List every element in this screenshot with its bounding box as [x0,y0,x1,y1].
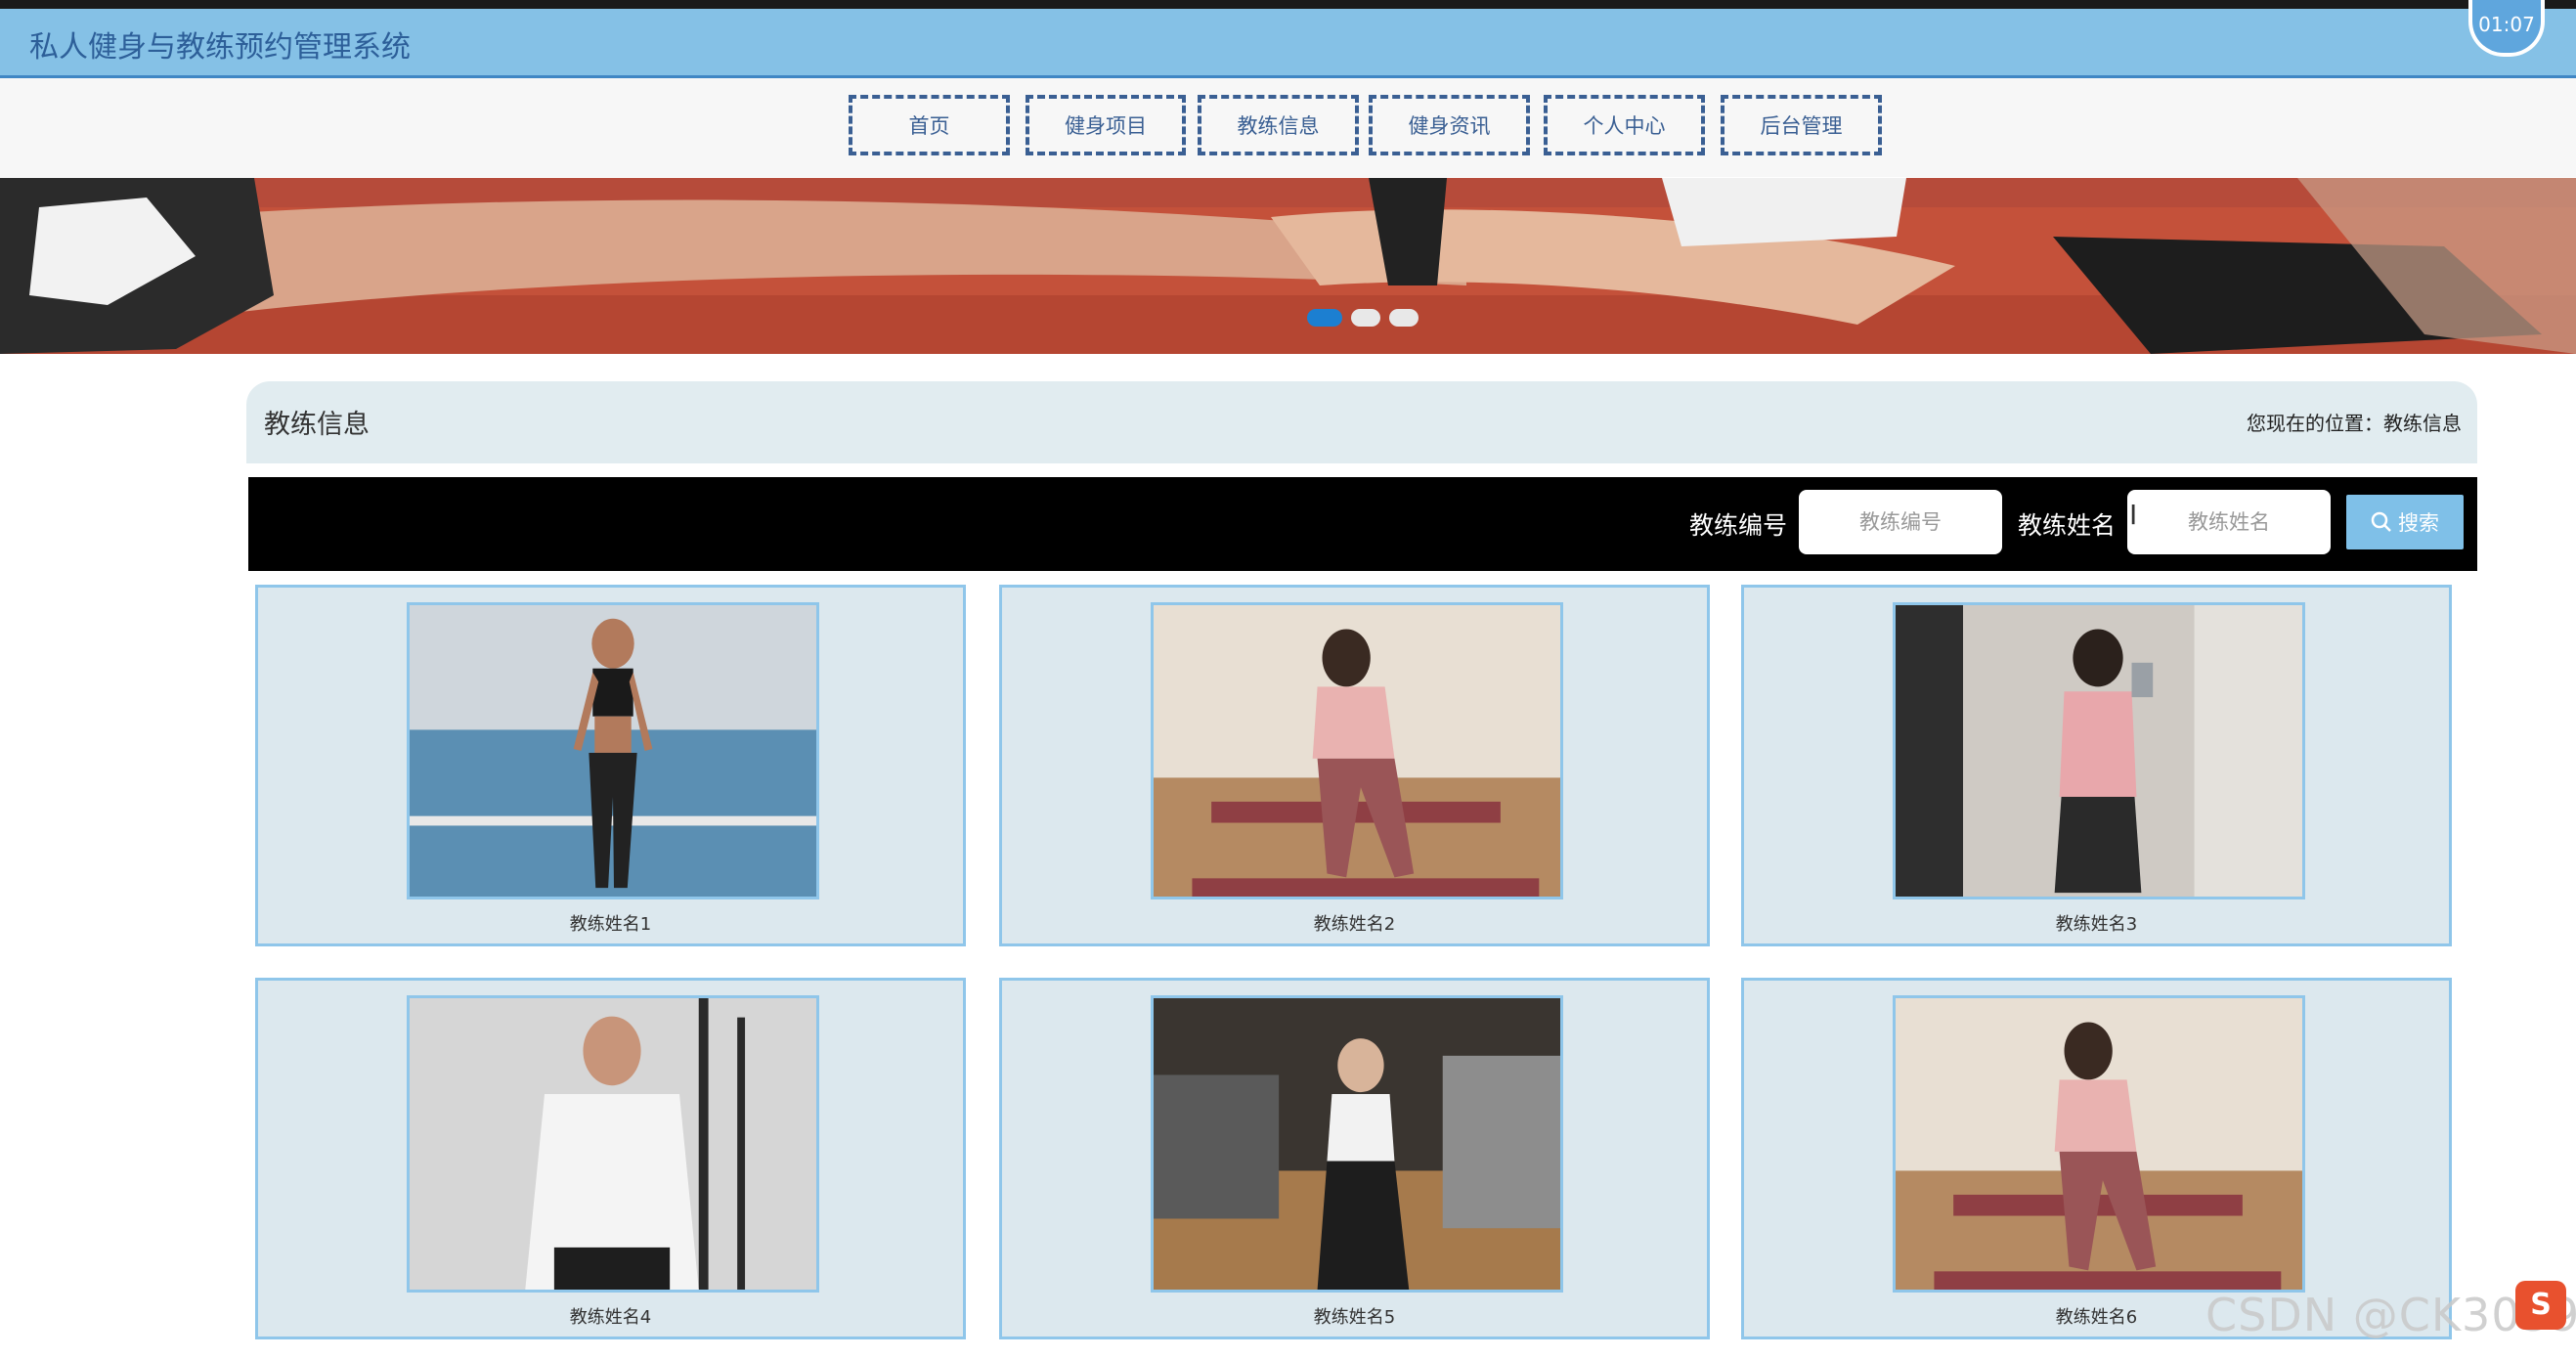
nav-fitness-programs[interactable]: 健身项目 [1026,95,1186,155]
section-title: 教练信息 [264,410,370,440]
nav-personal-center[interactable]: 个人中心 [1544,95,1705,155]
search-button[interactable]: 搜索 [2346,495,2464,549]
coach-card[interactable]: 教练姓名5 [999,978,1710,1339]
coach-card[interactable]: 教练姓名2 [999,585,1710,946]
nav-home[interactable]: 首页 [849,95,1010,155]
breadcrumb-bar: 教练信息 您现在的位置：教练信息 [246,381,2477,463]
nav-admin[interactable]: 后台管理 [1721,95,1882,155]
coach-name-label: 教练姓名 [2018,511,2117,540]
coach-card[interactable]: 教练姓名4 [255,978,966,1339]
search-button-label: 搜索 [2398,511,2439,535]
coach-card[interactable]: 教练姓名3 [1741,585,2452,946]
coach-id-label: 教练编号 [1689,511,1788,540]
nav-coach-info[interactable]: 教练信息 [1198,95,1359,155]
coach-name: 教练姓名3 [2055,914,2138,935]
coach-photo[interactable] [407,995,819,1293]
banner-image [0,178,2576,354]
app-title: 私人健身与教练预约管理系统 [29,30,411,65]
coach-id-input[interactable] [1799,490,2002,554]
banner-carousel[interactable] [0,178,2576,354]
coach-name: 教练姓名2 [1313,914,1396,935]
coach-card[interactable]: 教练姓名6 [1741,978,2452,1339]
breadcrumb-location: 您现在的位置：教练信息 [2247,412,2462,435]
coach-name-input[interactable] [2127,490,2331,554]
carousel-dot-2[interactable] [1351,309,1380,327]
carousel-dot-3[interactable] [1389,309,1419,327]
csdn-logo-icon: S [2515,1281,2566,1330]
coach-photo[interactable] [1151,995,1563,1293]
coach-photo[interactable] [1151,602,1563,899]
search-bar: 教练编号 教练姓名 搜索 [248,477,2477,571]
main-nav: 首页 健身项目 教练信息 健身资讯 个人中心 后台管理 [0,78,2576,177]
coach-photo[interactable] [1893,995,2305,1293]
app-header: 私人健身与教练预约管理系统 [0,9,2576,78]
coach-name: 教练姓名4 [569,1307,652,1328]
nav-fitness-news[interactable]: 健身资讯 [1369,95,1530,155]
coach-card[interactable]: 教练姓名1 [255,585,966,946]
coach-photo[interactable] [407,602,819,899]
text-cursor: I [2129,499,2138,531]
coach-name: 教练姓名5 [1313,1307,1396,1328]
carousel-dot-1[interactable] [1307,309,1342,327]
search-icon [2371,511,2391,532]
coach-name: 教练姓名1 [569,914,652,935]
top-strip [0,0,2576,9]
coach-photo[interactable] [1893,602,2305,899]
